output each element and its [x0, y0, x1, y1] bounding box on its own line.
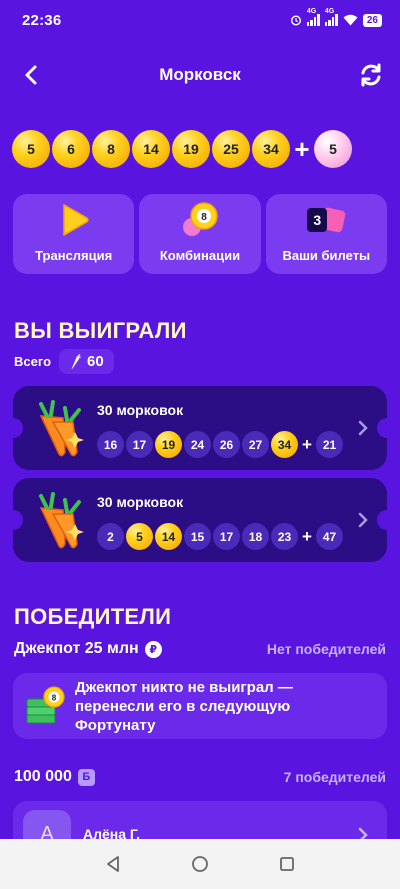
won-title: ВЫ ВЫИГРАЛИ — [14, 318, 187, 343]
drawn-ball: 8 — [92, 130, 130, 168]
ticket-bonus: 21 — [316, 431, 343, 458]
your-tickets-label: Ваши билеты — [282, 248, 371, 263]
ticket-numbers: 2 5 14 15 17 18 23 + 47 — [97, 523, 343, 550]
ticket-number-hit: 5 — [126, 523, 153, 550]
prize-tier-row: 100 000 Б 7 победителей — [14, 768, 386, 786]
ticket-number: 15 — [184, 523, 211, 550]
money-stack-icon: 8 — [26, 686, 65, 724]
refresh-icon[interactable] — [358, 62, 384, 88]
nav-home-icon[interactable] — [191, 855, 209, 873]
drawn-numbers: 5 6 8 14 19 25 34 + 5 — [12, 130, 352, 168]
lotto-balls-icon: 8 — [182, 202, 218, 236]
jackpot-note-text: Джекпот никто не выиграл — перенесли его… — [75, 678, 293, 734]
plus-sign: + — [302, 434, 312, 454]
ticket-number: 2 — [97, 523, 124, 550]
chevron-right-icon — [358, 512, 368, 528]
ticket-number: 17 — [126, 431, 153, 458]
total-value: 60 — [87, 353, 104, 370]
ticket-prize: 30 морковок — [97, 494, 184, 510]
bonus-currency-icon: Б — [77, 768, 95, 786]
total-pill: 60 — [59, 349, 114, 374]
signal-icon-2: 4G — [324, 8, 338, 26]
status-icons: 4G 4G 26 — [290, 8, 382, 27]
status-bar: 22:36 4G 4G 26 — [0, 0, 400, 40]
plus-sign: + — [302, 526, 312, 546]
alarm-icon — [290, 15, 301, 26]
broadcast-button[interactable]: Трансляция — [13, 194, 135, 274]
broadcast-label: Трансляция — [35, 248, 113, 263]
jackpot-status: Нет победителей — [266, 641, 386, 657]
status-time: 22:36 — [22, 11, 62, 29]
total-label: Всего — [14, 354, 52, 369]
nav-back-icon[interactable] — [104, 855, 122, 873]
signal-icon: 4G — [306, 8, 320, 26]
ticket-number: 24 — [184, 431, 211, 458]
page-title: Морковск — [159, 65, 241, 84]
drawn-ball: 19 — [172, 130, 210, 168]
tickets-icon — [307, 207, 346, 233]
ticket-number: 18 — [242, 523, 269, 550]
ticket-bonus: 47 — [316, 523, 343, 550]
prize-winners-count: 7 победителей — [283, 769, 386, 785]
ticket-number: 27 — [242, 431, 269, 458]
ticket-number-hit: 34 — [271, 431, 298, 458]
ruble-icon: ₽ — [144, 640, 162, 658]
ticket-numbers: 16 17 19 24 26 27 34 + 21 — [97, 431, 343, 458]
battery-icon: 26 — [362, 13, 382, 27]
combinations-button[interactable]: 8 Комбинации — [139, 194, 261, 274]
drawn-ball: 34 — [252, 130, 290, 168]
ticket-number-hit: 19 — [155, 431, 182, 458]
winning-ticket[interactable]: 30 морковок 2 5 14 15 17 18 23 + 47 — [3, 478, 397, 562]
jackpot-row: Джекпот 25 млн ₽ Нет победителей — [14, 640, 386, 658]
won-total: Всего 60 — [14, 349, 114, 374]
ticket-number: 16 — [97, 431, 124, 458]
system-nav-bar — [0, 839, 400, 889]
drawn-ball: 14 — [132, 130, 170, 168]
action-cards: Трансляция 8 Комбинации 3 Ваши билеты — [13, 194, 387, 274]
your-tickets-button[interactable]: 3 Ваши билеты — [265, 194, 387, 274]
ticket-number: 23 — [271, 523, 298, 550]
jackpot-label: Джекпот 25 млн — [14, 640, 139, 657]
jackpot-note: 8 Джекпот никто не выиграл — перенесли е… — [13, 673, 387, 739]
plus-sign: + — [294, 133, 310, 164]
ticket-prize: 30 морковок — [97, 402, 184, 418]
ticket-number: 17 — [213, 523, 240, 550]
carrot-icon — [71, 353, 81, 369]
wifi-icon — [343, 14, 358, 26]
app-header: Морковск — [0, 55, 400, 95]
svg-text:8: 8 — [52, 694, 57, 703]
combinations-label: Комбинации — [159, 248, 241, 263]
bonus-ball: 5 — [314, 130, 352, 168]
nav-recents-icon[interactable] — [278, 855, 296, 873]
drawn-ball: 25 — [212, 130, 250, 168]
winning-ticket[interactable]: 30 морковок 16 17 19 24 26 27 34 + 21 — [3, 386, 397, 470]
ticket-number-hit: 14 — [155, 523, 182, 550]
prize-amount: 100 000 — [14, 768, 72, 785]
drawn-ball: 6 — [52, 130, 90, 168]
chevron-right-icon — [358, 420, 368, 436]
play-icon — [62, 204, 89, 236]
winners-title: ПОБЕДИТЕЛИ — [14, 604, 172, 629]
ticket-number: 26 — [213, 431, 240, 458]
drawn-ball: 5 — [12, 130, 50, 168]
carrots-icon — [39, 492, 84, 549]
carrots-icon — [39, 400, 84, 457]
svg-text:8: 8 — [201, 212, 207, 223]
